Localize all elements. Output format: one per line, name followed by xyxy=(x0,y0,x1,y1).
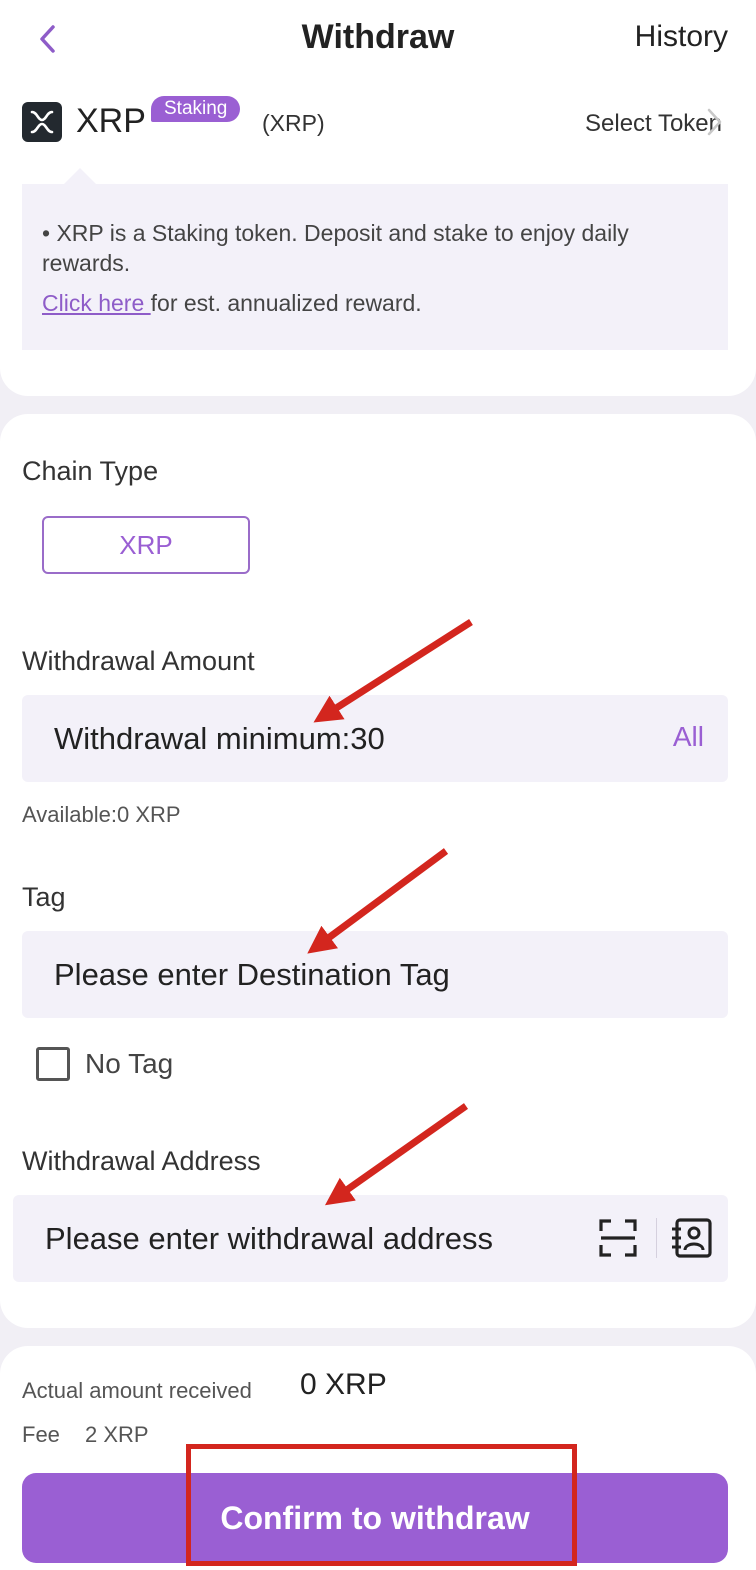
notice-reward-line: Click here for est. annualized reward. xyxy=(42,288,708,318)
token-name: XRP xyxy=(76,102,146,140)
notice-reward-text: for est. annualized reward. xyxy=(150,290,422,316)
received-value: 0 XRP xyxy=(300,1368,387,1401)
xrp-logo-icon xyxy=(22,102,62,142)
back-button[interactable] xyxy=(30,20,64,58)
token-row: XRP Staking (XRP) Select Token xyxy=(0,94,756,154)
chevron-right-icon[interactable] xyxy=(704,106,726,138)
header: Withdraw History xyxy=(0,0,756,78)
address-book-icon[interactable] xyxy=(670,1216,714,1260)
withdrawal-address-label: Withdrawal Address xyxy=(22,1146,261,1176)
withdrawal-amount-label: Withdrawal Amount xyxy=(22,646,255,676)
chain-option-xrp[interactable]: XRP xyxy=(42,516,250,574)
fee-value: 2 XRP xyxy=(85,1422,149,1447)
all-button[interactable]: All xyxy=(673,721,704,753)
tag-label: Tag xyxy=(22,882,66,912)
confirm-withdraw-button[interactable]: Confirm to withdraw xyxy=(22,1473,728,1563)
chevron-left-icon xyxy=(40,25,55,53)
address-icons-divider xyxy=(656,1218,657,1258)
staking-badge: Staking xyxy=(151,96,241,122)
notice-pointer xyxy=(64,168,96,184)
received-label: Actual amount received xyxy=(22,1378,252,1403)
available-balance: Available:0 XRP xyxy=(22,802,181,827)
token-code: (XRP) xyxy=(262,110,325,136)
no-tag-checkbox[interactable] xyxy=(36,1047,70,1081)
staking-notice: • XRP is a Staking token. Deposit and st… xyxy=(22,184,728,350)
chain-type-label: Chain Type xyxy=(22,456,159,486)
click-here-link[interactable]: Click here xyxy=(42,290,151,316)
withdrawal-amount-field: All xyxy=(22,695,728,782)
withdrawal-amount-input[interactable] xyxy=(54,695,614,782)
no-tag-label: No Tag xyxy=(85,1048,174,1079)
tag-field xyxy=(22,931,728,1018)
fee-label: Fee xyxy=(22,1422,60,1447)
select-token-button[interactable]: Select Token xyxy=(585,110,722,138)
scan-icon[interactable] xyxy=(598,1218,638,1258)
notice-text: • XRP is a Staking token. Deposit and st… xyxy=(42,220,629,276)
history-link[interactable]: History xyxy=(635,20,728,54)
withdrawal-address-input[interactable] xyxy=(45,1195,605,1282)
destination-tag-input[interactable] xyxy=(54,931,694,1018)
